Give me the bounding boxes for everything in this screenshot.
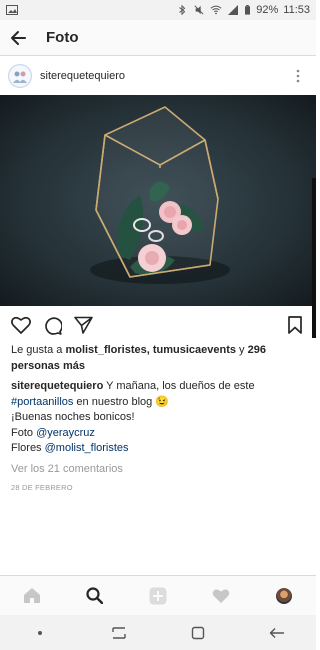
add-icon <box>149 587 167 604</box>
caption-username[interactable]: siterequetequiero <box>11 380 103 392</box>
post-photo[interactable] <box>0 95 316 306</box>
caption-foto-mention[interactable]: @yeraycruz <box>36 427 95 439</box>
like-button[interactable] <box>9 313 33 337</box>
caption-flores-label: Flores <box>11 442 45 454</box>
share-button[interactable] <box>71 313 95 337</box>
system-dot-button[interactable] <box>20 618 60 648</box>
caption-flores-line: Flores @molist_floristes <box>11 441 307 457</box>
search-icon <box>86 587 104 604</box>
dot-icon <box>37 630 42 635</box>
system-nav <box>0 615 316 650</box>
back-button[interactable] <box>0 20 36 56</box>
system-recents-button[interactable] <box>99 618 139 648</box>
battery-percent: 92% <box>256 4 279 16</box>
caption-foto-line: Foto @yeraycruz <box>11 426 307 442</box>
likes-conj: y <box>236 344 248 356</box>
recents-icon <box>111 626 126 639</box>
caption-foto-label: Foto <box>11 426 37 439</box>
likes-prefix: Le gusta a <box>11 344 66 356</box>
system-home-button[interactable] <box>178 618 218 648</box>
post-header: siterequetequiero <box>0 57 316 95</box>
system-back-button[interactable] <box>257 618 297 648</box>
share-icon <box>73 316 93 334</box>
post-username[interactable]: siterequetequiero <box>40 70 288 82</box>
nav-add[interactable] <box>138 576 178 616</box>
app-header: Foto <box>0 20 316 56</box>
post-actions <box>0 313 316 337</box>
more-vertical-icon <box>296 69 300 83</box>
nav-activity[interactable] <box>201 576 241 616</box>
back-icon <box>269 627 284 638</box>
page-title: Foto <box>46 29 79 46</box>
heart-icon <box>11 316 31 334</box>
battery-icon <box>245 5 251 15</box>
arrow-left-icon <box>11 30 26 45</box>
mute-icon <box>194 5 204 15</box>
activity-heart-icon <box>212 589 230 603</box>
comment-button[interactable] <box>40 313 64 337</box>
likes-line: Le gusta a molist_floristes, tumusicaeve… <box>11 343 307 374</box>
more-options-button[interactable] <box>288 64 308 88</box>
home-square-icon <box>191 626 204 639</box>
caption-text-2: en nuestro blog 😉 <box>73 395 170 408</box>
likes-users[interactable]: molist_floristes, tumusicaevents <box>65 344 236 356</box>
clock: 11:53 <box>283 4 310 16</box>
profile-avatar <box>276 587 293 604</box>
wifi-icon <box>210 5 222 15</box>
nav-search[interactable] <box>75 576 115 616</box>
caption: siterequetequiero Y mañana, los dueños d… <box>11 379 307 410</box>
save-button[interactable] <box>283 313 307 337</box>
photo-icon <box>6 5 18 15</box>
signal-icon <box>228 5 239 15</box>
avatar[interactable] <box>8 64 32 88</box>
home-icon <box>23 588 40 603</box>
ring-box-photo <box>0 95 316 306</box>
caption-line-2: ¡Buenas noches bonicos! <box>11 411 135 423</box>
post-date: 28 DE FEBRERO <box>11 483 73 492</box>
nav-profile[interactable] <box>264 576 304 616</box>
post-text: Le gusta a molist_floristes, tumusicaeve… <box>11 343 307 496</box>
comment-icon <box>44 316 62 335</box>
bottom-nav <box>0 575 316 615</box>
caption-text: Y mañana, los dueños de este <box>103 380 255 392</box>
bluetooth-icon <box>179 5 186 15</box>
view-comments-link[interactable]: Ver los 21 comentarios <box>11 462 307 478</box>
bookmark-icon <box>288 316 302 334</box>
caption-hashtag[interactable]: #portaanillos <box>11 396 73 408</box>
caption-flores-mention[interactable]: @molist_floristes <box>45 442 129 454</box>
nav-home[interactable] <box>12 576 52 616</box>
status-bar: 92% 11:53 <box>0 0 316 20</box>
avatar-illustration-icon <box>9 65 31 87</box>
